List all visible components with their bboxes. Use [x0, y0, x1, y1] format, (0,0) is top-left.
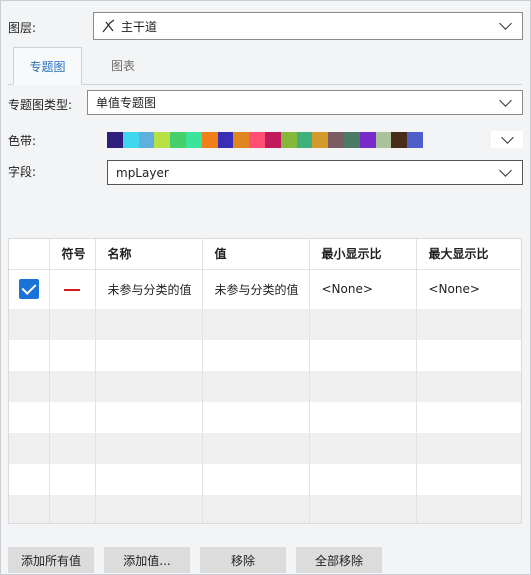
color-swatch — [233, 131, 250, 148]
color-swatch — [359, 131, 376, 148]
color-swatch — [249, 131, 265, 148]
col-header-max-scale[interactable]: 最大显示比 — [416, 239, 521, 270]
table-header-row: 符号 名称 值 最小显示比 最大显示比 — [9, 239, 521, 270]
chevron-down-icon — [500, 130, 514, 144]
color-swatch — [107, 131, 123, 148]
line-symbol-icon[interactable] — [63, 288, 80, 291]
chevron-down-icon — [499, 93, 512, 107]
chevron-down-icon — [499, 17, 512, 30]
tab-bar: 专题图 图表 — [8, 47, 522, 85]
col-header-check — [9, 239, 50, 270]
thematic-type-dropdown[interactable]: 单值专题图 — [87, 90, 523, 115]
color-swatch — [343, 131, 360, 148]
color-swatch — [391, 131, 408, 148]
table-row-empty — [9, 495, 521, 523]
table-row-empty — [9, 433, 521, 464]
layer-dropdown[interactable]: 主干道 — [93, 12, 523, 40]
row-name[interactable]: 未参与分类的值 — [95, 269, 203, 309]
table-row-empty — [9, 402, 521, 433]
color-swatch — [170, 131, 186, 148]
color-swatch — [328, 131, 344, 148]
layer-label: 图层: — [8, 21, 37, 35]
field-value: mpLayer — [116, 165, 169, 180]
table-row[interactable]: 未参与分类的值 未参与分类的值 <None> <None> — [9, 269, 521, 309]
row-max-scale[interactable]: <None> — [416, 269, 521, 309]
color-band-label: 色带: — [8, 134, 37, 148]
color-swatch — [296, 131, 313, 148]
color-swatch — [122, 131, 139, 148]
color-band-dropdown[interactable] — [107, 130, 523, 148]
thematic-type-value: 单值专题图 — [96, 96, 157, 110]
thematic-type-label: 专题图类型: — [8, 98, 73, 112]
row-value[interactable]: 未参与分类的值 — [202, 269, 310, 309]
col-header-symbol[interactable]: 符号 — [49, 239, 96, 270]
remove-button[interactable]: 移除 — [200, 547, 286, 573]
col-header-min-scale[interactable]: 最小显示比 — [309, 239, 417, 270]
add-value-button[interactable]: 添加值... — [104, 547, 190, 573]
color-swatch — [407, 131, 423, 148]
table-row-empty — [9, 464, 521, 495]
chevron-down-icon — [499, 163, 512, 177]
row-visible-checkbox[interactable] — [18, 279, 39, 300]
tab-chart[interactable]: 图表 — [94, 47, 152, 85]
col-header-name[interactable]: 名称 — [95, 239, 203, 270]
color-swatch — [280, 131, 297, 148]
color-band-swatches — [107, 131, 423, 148]
color-swatch — [375, 131, 392, 148]
color-swatch — [154, 131, 171, 148]
field-label: 字段: — [8, 165, 37, 179]
color-swatch — [185, 131, 202, 148]
color-swatch — [138, 131, 155, 148]
color-band-arrow[interactable] — [491, 130, 523, 148]
color-swatch — [217, 131, 234, 148]
table-row-empty — [9, 309, 521, 340]
remove-all-button[interactable]: 全部移除 — [296, 547, 382, 573]
line-layer-icon — [102, 19, 116, 33]
color-swatch — [312, 131, 329, 148]
color-swatch — [201, 131, 218, 148]
tab-thematic[interactable]: 专题图 — [13, 47, 82, 85]
col-header-value[interactable]: 值 — [202, 239, 310, 270]
field-dropdown[interactable]: mpLayer — [107, 160, 523, 185]
layer-value: 主干道 — [121, 19, 158, 34]
values-table: 符号 名称 值 最小显示比 最大显示比 未参与分类的值 未参与分类的值 <Non… — [8, 238, 522, 524]
add-all-values-button[interactable]: 添加所有值 — [8, 547, 94, 573]
table-row-empty — [9, 340, 521, 371]
table-row-empty — [9, 371, 521, 402]
color-swatch — [264, 131, 281, 148]
row-min-scale[interactable]: <None> — [309, 269, 417, 309]
